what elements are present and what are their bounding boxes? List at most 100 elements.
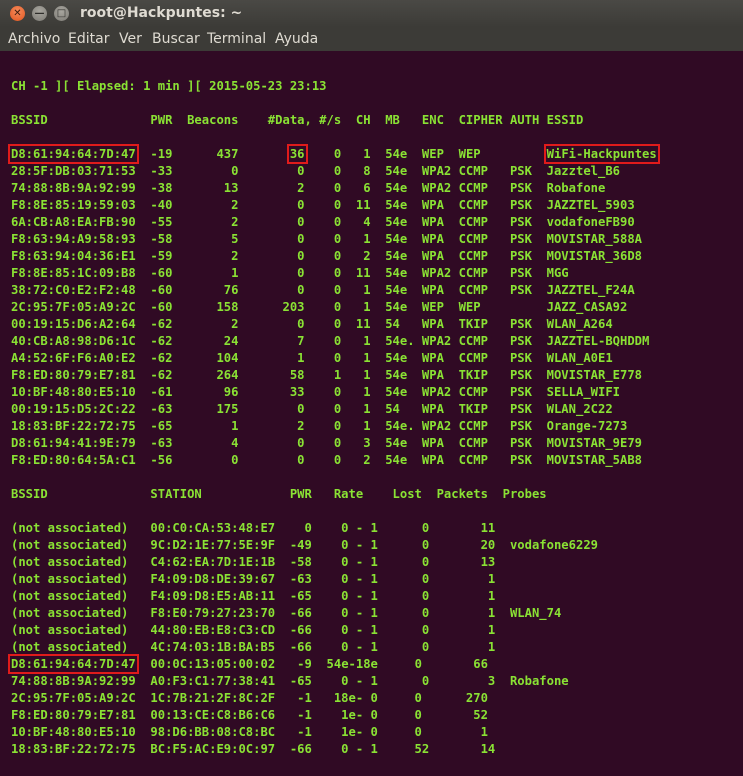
terminal-text: F8:8E:85:1C:09:B8 -60 1 0 0 11 54e WPA2 …: [11, 266, 569, 280]
terminal-text: F8:8E:85:19:59:03 -40 2 0 0 11 54e WPA C…: [11, 198, 635, 212]
terminal-line: F8:8E:85:19:59:03 -40 2 0 0 11 54e WPA C…: [11, 197, 657, 214]
highlight-box: 36: [286, 144, 308, 164]
terminal-text: CH -1 ][ Elapsed: 1 min ][ 2015-05-23 23…: [11, 79, 327, 93]
terminal-text: (not associated) 00:C0:CA:53:48:E7 0 0 -…: [11, 521, 496, 535]
terminal-line: 00:19:15:D5:2C:22 -63 175 0 0 1 54 WPA T…: [11, 401, 657, 418]
terminal-line: F8:ED:80:64:5A:C1 -56 0 0 0 2 54e WPA CC…: [11, 452, 657, 469]
menu-buscar[interactable]: Buscar: [152, 31, 200, 47]
maximize-icon: □: [56, 8, 67, 19]
terminal-text: 10:BF:48:80:E5:10 98:D6:BB:08:C8:BC -1 1…: [11, 725, 488, 739]
close-button[interactable]: ✕: [10, 6, 25, 21]
terminal-line: 18:83:BF:22:72:75 BC:F5:AC:E9:0C:97 -66 …: [11, 741, 657, 758]
terminal-text: 18:83:BF:22:72:75 BC:F5:AC:E9:0C:97 -66 …: [11, 742, 496, 756]
terminal-text: (not associated) F8:E0:79:27:23:70 -66 0…: [11, 606, 562, 620]
terminal-line: (not associated) 00:C0:CA:53:48:E7 0 0 -…: [11, 520, 657, 537]
terminal-area[interactable]: CH -1 ][ Elapsed: 1 min ][ 2015-05-23 23…: [0, 51, 743, 776]
terminal-line: (not associated) F8:E0:79:27:23:70 -66 0…: [11, 605, 657, 622]
terminal-text: 38:72:C0:E2:F2:48 -60 76 0 0 1 54e WPA C…: [11, 283, 635, 297]
terminal-line: F8:ED:80:79:E7:81 -62 264 58 1 1 54e WPA…: [11, 367, 657, 384]
terminal-text: 18:83:BF:22:72:75 -65 1 2 0 1 54e. WPA2 …: [11, 419, 628, 433]
highlight-box: D8:61:94:64:7D:47: [8, 654, 139, 674]
terminal-text: F8:ED:80:79:E7:81 00:13:CE:C8:B6:C6 -1 1…: [11, 708, 488, 722]
terminal-text: 00:0C:13:05:00:02 -9 54e-18e 0 66: [135, 657, 488, 671]
terminal-text: D8:61:94:41:9E:79 -63 4 0 0 3 54e WPA CC…: [11, 436, 643, 450]
minimize-button[interactable]: —: [32, 6, 47, 21]
terminal-line: (not associated) C4:62:EA:7D:1E:1B -58 0…: [11, 554, 657, 571]
terminal-text: 74:88:8B:9A:92:99 A0:F3:C1:77:38:41 -65 …: [11, 674, 569, 688]
terminal-text: 10:BF:48:80:E5:10 -61 96 33 0 1 54e WPA2…: [11, 385, 621, 399]
menu-ayuda[interactable]: Ayuda: [275, 31, 318, 47]
menu-terminal[interactable]: Terminal: [207, 31, 266, 47]
terminal-line: F8:ED:80:79:E7:81 00:13:CE:C8:B6:C6 -1 1…: [11, 707, 657, 724]
terminal-text: 00:19:15:D5:2C:22 -63 175 0 0 1 54 WPA T…: [11, 402, 613, 416]
terminal-line: F8:8E:85:1C:09:B8 -60 1 0 0 11 54e WPA2 …: [11, 265, 657, 282]
window-titlebar[interactable]: ✕ — □ root@Hackpuntes: ~: [0, 0, 743, 27]
terminal-line: 2C:95:7F:05:A9:2C -60 158 203 0 1 54e WE…: [11, 299, 657, 316]
terminal-line: 10:BF:48:80:E5:10 98:D6:BB:08:C8:BC -1 1…: [11, 724, 657, 741]
terminal-line: (not associated) 9C:D2:1E:77:5E:9F -49 0…: [11, 537, 657, 554]
terminal-line: 2C:95:7F:05:A9:2C 1C:7B:21:2F:8C:2F -1 1…: [11, 690, 657, 707]
terminal-line: D8:61:94:64:7D:47 00:0C:13:05:00:02 -9 5…: [8, 654, 657, 674]
maximize-button[interactable]: □: [54, 6, 69, 21]
terminal-line: (not associated) 44:80:EB:E8:C3:CD -66 0…: [11, 622, 657, 639]
terminal-text: F8:ED:80:64:5A:C1 -56 0 0 0 2 54e WPA CC…: [11, 453, 643, 467]
terminal-text: F8:63:94:A9:58:93 -58 5 0 0 1 54e WPA CC…: [11, 232, 643, 246]
terminal-text: (not associated) F4:09:D8:DE:39:67 -63 0…: [11, 572, 496, 586]
terminal-line: F8:63:94:04:36:E1 -59 2 0 0 2 54e WPA CC…: [11, 248, 657, 265]
terminal-text: 0 1 54e WEP WEP: [304, 147, 547, 161]
terminal-text: 6A:CB:A8:EA:FB:90 -55 2 0 0 4 54e WPA CC…: [11, 215, 635, 229]
terminal-line: 18:83:BF:22:72:75 -65 1 2 0 1 54e. WPA2 …: [11, 418, 657, 435]
terminal-text: A4:52:6F:F6:A0:E2 -62 104 1 0 1 54e WPA …: [11, 351, 613, 365]
terminal-line: BSSID PWR Beacons #Data, #/s CH MB ENC C…: [11, 112, 657, 129]
highlight-box: WiFi-Hackpuntes: [543, 144, 660, 164]
minimize-icon: —: [34, 8, 45, 19]
terminal-scrollbar[interactable]: [739, 51, 743, 776]
terminal-line: F8:63:94:A9:58:93 -58 5 0 0 1 54e WPA CC…: [11, 231, 657, 248]
terminal-text: F8:63:94:04:36:E1 -59 2 0 0 2 54e WPA CC…: [11, 249, 643, 263]
terminal-text: (not associated) 9C:D2:1E:77:5E:9F -49 0…: [11, 538, 598, 552]
terminal-line: D8:61:94:41:9E:79 -63 4 0 0 3 54e WPA CC…: [11, 435, 657, 452]
terminal-line: 28:5F:DB:03:71:53 -33 0 0 0 8 54e WPA2 C…: [11, 163, 657, 180]
close-icon: ✕: [13, 8, 22, 19]
window-title: root@Hackpuntes: ~: [80, 5, 243, 21]
terminal-line: D8:61:94:64:7D:47 -19 437 36 0 1 54e WEP…: [8, 144, 660, 164]
terminal-line: 38:72:C0:E2:F2:48 -60 76 0 0 1 54e WPA C…: [11, 282, 657, 299]
terminal-line: 00:19:15:D6:A2:64 -62 2 0 0 11 54 WPA TK…: [11, 316, 657, 333]
terminal-line: 10:BF:48:80:E5:10 -61 96 33 0 1 54e WPA2…: [11, 384, 657, 401]
terminal-output: CH -1 ][ Elapsed: 1 min ][ 2015-05-23 23…: [8, 61, 660, 758]
highlight-box: D8:61:94:64:7D:47: [8, 144, 139, 164]
terminal-line: (not associated) F4:09:D8:E5:AB:11 -65 0…: [11, 588, 657, 605]
terminal-text: 2C:95:7F:05:A9:2C -60 158 203 0 1 54e WE…: [11, 300, 628, 314]
terminal-line: CH -1 ][ Elapsed: 1 min ][ 2015-05-23 23…: [11, 78, 657, 95]
menu-ver[interactable]: Ver: [119, 31, 142, 47]
terminal-text: (not associated) 44:80:EB:E8:C3:CD -66 0…: [11, 623, 496, 637]
terminal-line: 74:88:8B:9A:92:99 -38 13 2 0 6 54e WPA2 …: [11, 180, 657, 197]
terminal-line: 40:CB:A8:98:D6:1C -62 24 7 0 1 54e. WPA2…: [11, 333, 657, 350]
terminal-text: 74:88:8B:9A:92:99 -38 13 2 0 6 54e WPA2 …: [11, 181, 606, 195]
terminal-line: A4:52:6F:F6:A0:E2 -62 104 1 0 1 54e WPA …: [11, 350, 657, 367]
terminal-line: (not associated) F4:09:D8:DE:39:67 -63 0…: [11, 571, 657, 588]
terminal-text: (not associated) C4:62:EA:7D:1E:1B -58 0…: [11, 555, 496, 569]
terminal-text: 40:CB:A8:98:D6:1C -62 24 7 0 1 54e. WPA2…: [11, 334, 650, 348]
terminal-text: (not associated) 4C:74:03:1B:BA:B5 -66 0…: [11, 640, 496, 654]
menu-archivo[interactable]: Archivo: [8, 31, 60, 47]
terminal-line: BSSID STATION PWR Rate Lost Packets Prob…: [11, 486, 657, 503]
terminal-line: 6A:CB:A8:EA:FB:90 -55 2 0 0 4 54e WPA CC…: [11, 214, 657, 231]
terminal-text: 28:5F:DB:03:71:53 -33 0 0 0 8 54e WPA2 C…: [11, 164, 621, 178]
terminal-line: 74:88:8B:9A:92:99 A0:F3:C1:77:38:41 -65 …: [11, 673, 657, 690]
terminal-text: (not associated) F4:09:D8:E5:AB:11 -65 0…: [11, 589, 496, 603]
terminal-text: 2C:95:7F:05:A9:2C 1C:7B:21:2F:8C:2F -1 1…: [11, 691, 488, 705]
menu-bar: Archivo Editar Ver Buscar Terminal Ayuda: [0, 27, 743, 51]
terminal-text: 00:19:15:D6:A2:64 -62 2 0 0 11 54 WPA TK…: [11, 317, 613, 331]
terminal-text: BSSID STATION PWR Rate Lost Packets Prob…: [11, 487, 547, 501]
terminal-line: (not associated) 4C:74:03:1B:BA:B5 -66 0…: [11, 639, 657, 656]
menu-editar[interactable]: Editar: [68, 31, 109, 47]
terminal-text: -19 437: [135, 147, 290, 161]
terminal-text: F8:ED:80:79:E7:81 -62 264 58 1 1 54e WPA…: [11, 368, 643, 382]
terminal-text: BSSID PWR Beacons #Data, #/s CH MB ENC C…: [11, 113, 584, 127]
